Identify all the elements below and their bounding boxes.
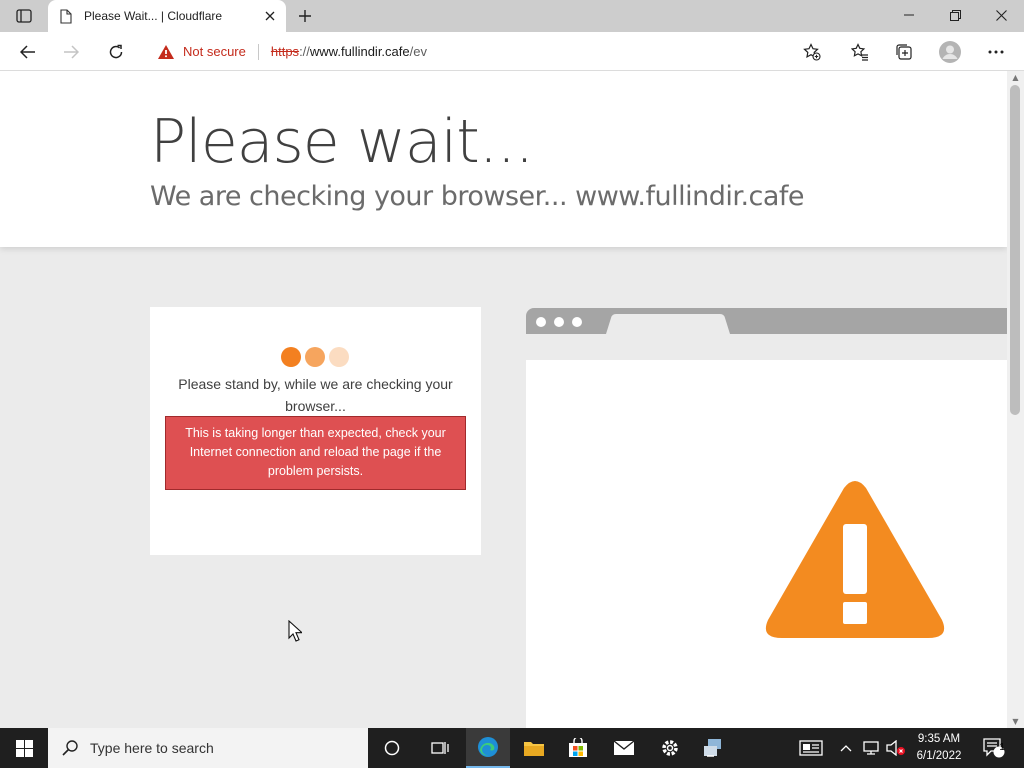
clock-time: 9:35 AM bbox=[917, 733, 961, 745]
clock-date: 6/1/2022 bbox=[916, 750, 962, 762]
notification-count: 1 bbox=[999, 742, 1005, 753]
file-explorer-icon[interactable] bbox=[512, 728, 556, 768]
illustration-dot bbox=[572, 317, 582, 327]
plus-icon[interactable] bbox=[294, 5, 316, 27]
cortana-icon[interactable] bbox=[370, 728, 414, 768]
loading-dot bbox=[329, 347, 349, 367]
refresh-icon[interactable] bbox=[102, 38, 130, 66]
search-icon bbox=[62, 740, 78, 756]
mail-icon[interactable] bbox=[602, 728, 646, 768]
search-placeholder: Type here to search bbox=[90, 740, 214, 756]
page-header: Please wait... We are checking your brow… bbox=[0, 71, 1007, 247]
status-card: Please stand by, while we are checking y… bbox=[150, 307, 481, 555]
page-icon bbox=[60, 8, 72, 24]
network-icon[interactable] bbox=[858, 728, 884, 768]
warning-triangle-icon[interactable] bbox=[157, 44, 175, 60]
edge-icon[interactable] bbox=[466, 728, 510, 768]
web-page: Please wait... We are checking your brow… bbox=[0, 71, 1007, 728]
mouse-cursor-icon bbox=[288, 620, 302, 642]
standby-text: Please stand by, while we are checking y… bbox=[178, 376, 453, 414]
restore-icon[interactable] bbox=[932, 0, 978, 30]
news-icon[interactable] bbox=[796, 728, 826, 768]
warning-exclamation-icon bbox=[765, 481, 945, 638]
settings-icon[interactable] bbox=[648, 728, 692, 768]
clock[interactable]: 9:35 AM 6/1/2022 bbox=[906, 731, 972, 765]
close-window-icon[interactable] bbox=[978, 0, 1024, 30]
browser-illustration bbox=[526, 308, 1007, 728]
back-icon[interactable] bbox=[14, 38, 42, 66]
browser-toolbar: Not secure https://www.fullindir.cafe/ev bbox=[0, 32, 1024, 71]
notification-icon[interactable]: 1 bbox=[980, 728, 1008, 768]
tab-title: Please Wait... | Cloudflare bbox=[84, 9, 223, 23]
volume-muted-icon[interactable] bbox=[884, 728, 908, 768]
minimize-icon[interactable] bbox=[886, 0, 932, 30]
more-icon[interactable] bbox=[982, 38, 1010, 66]
favorites-icon[interactable] bbox=[846, 38, 874, 66]
add-favorite-icon[interactable] bbox=[798, 38, 826, 66]
illustration-dot bbox=[536, 317, 546, 327]
address-separator bbox=[257, 43, 259, 60]
url-scheme: https bbox=[270, 44, 300, 59]
illustration-title-bar bbox=[526, 308, 1007, 334]
scrollbar[interactable]: ▲ ▼ bbox=[1007, 71, 1024, 728]
error-alert: This is taking longer than expected, che… bbox=[165, 416, 466, 490]
url-host: www.fullindir.cafe bbox=[309, 44, 410, 59]
not-secure-label[interactable]: Not secure bbox=[183, 44, 246, 59]
taskbar-search[interactable]: Type here to search bbox=[48, 728, 368, 768]
scroll-up-icon[interactable]: ▲ bbox=[1011, 73, 1020, 82]
address-bar[interactable]: Not secure https://www.fullindir.cafe/ev bbox=[145, 36, 830, 67]
tab-strip: Please Wait... | Cloudflare bbox=[0, 0, 1024, 32]
illustration-dot bbox=[554, 317, 564, 327]
loading-dot bbox=[281, 347, 301, 367]
loading-dot bbox=[305, 347, 325, 367]
browser-tab[interactable]: Please Wait... | Cloudflare bbox=[48, 0, 286, 32]
url-text[interactable]: https://www.fullindir.cafe/ev bbox=[271, 44, 427, 59]
illustration-body bbox=[526, 360, 1007, 728]
loading-dots bbox=[281, 347, 351, 367]
url-path: /ev bbox=[409, 44, 427, 59]
forward-icon[interactable] bbox=[57, 38, 85, 66]
network-app-icon[interactable] bbox=[692, 728, 736, 768]
tab-actions-icon[interactable] bbox=[8, 5, 40, 27]
page-subtitle: We are checking your browser... www.full… bbox=[150, 181, 805, 212]
chevron-up-icon[interactable] bbox=[836, 728, 856, 768]
illustration-tab bbox=[606, 314, 730, 334]
task-view-icon[interactable] bbox=[418, 728, 462, 768]
page-title: Please wait... bbox=[150, 107, 534, 177]
scroll-thumb[interactable] bbox=[1010, 85, 1020, 415]
taskbar: Type here to search 9:35 AM 6/1/2022 1 bbox=[0, 728, 1024, 768]
illustration-strip bbox=[526, 334, 1007, 360]
close-icon[interactable] bbox=[262, 8, 278, 24]
collections-icon[interactable] bbox=[890, 38, 918, 66]
store-icon[interactable] bbox=[556, 728, 600, 768]
scroll-down-icon[interactable]: ▼ bbox=[1011, 717, 1020, 726]
start-icon[interactable] bbox=[0, 728, 48, 768]
profile-avatar-icon[interactable] bbox=[936, 38, 964, 66]
url-separator: :// bbox=[299, 44, 310, 59]
